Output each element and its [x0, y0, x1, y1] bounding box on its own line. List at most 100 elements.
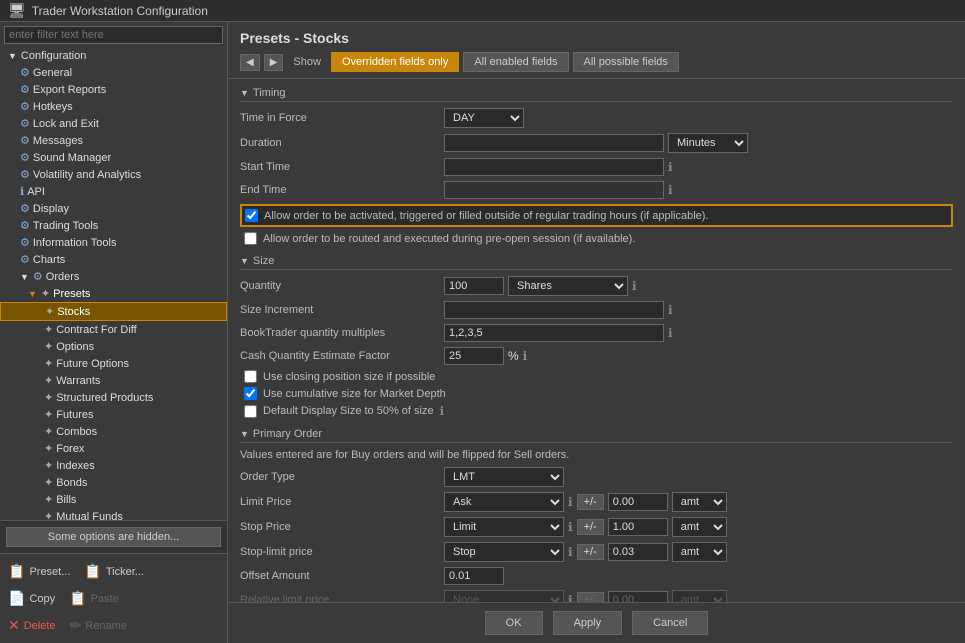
relative-limit-input[interactable] — [608, 591, 668, 602]
tree-structured-products[interactable]: ✦ Structured Products — [0, 389, 227, 406]
rename-button[interactable]: ✏ Rename — [66, 615, 131, 636]
tree-futures[interactable]: ✦ Futures — [0, 406, 227, 423]
tree-bills[interactable]: ✦ Bills — [0, 491, 227, 508]
tree-warrants[interactable]: ✦ Warrants — [0, 372, 227, 389]
tab-overridden-fields[interactable]: Overridden fields only — [331, 52, 459, 72]
relative-limit-unit-select[interactable]: amt — [672, 590, 727, 602]
default-display-checkbox[interactable] — [244, 405, 257, 418]
action-row-3: ✕ Delete ✏ Rename — [4, 612, 223, 639]
quantity-info-icon[interactable]: ℹ — [632, 279, 637, 293]
tree-stocks[interactable]: ✦ Stocks — [0, 302, 227, 321]
quantity-unit-select[interactable]: Shares Lots — [508, 276, 628, 296]
timing-section-header: ▼ Timing — [240, 87, 953, 102]
tree-trading-tools[interactable]: ⚙ Trading Tools — [0, 217, 227, 234]
nav-forward-button[interactable]: ▶ — [264, 54, 284, 71]
stop-price-info-icon[interactable]: ℹ — [568, 520, 573, 534]
primary-order-section: ▼ Primary Order Values entered are for B… — [240, 428, 953, 602]
tree-volatility[interactable]: ⚙ Volatility and Analytics — [0, 166, 227, 183]
tree-messages[interactable]: ⚙ Messages — [0, 132, 227, 149]
tree-api[interactable]: ℹ API — [0, 183, 227, 200]
limit-price-unit-select[interactable]: amt % — [672, 492, 727, 512]
tab-all-enabled-fields[interactable]: All enabled fields — [463, 52, 568, 72]
stop-limit-price-info-icon[interactable]: ℹ — [568, 545, 573, 559]
default-display-info-icon[interactable]: ℹ — [440, 404, 445, 418]
collapse-icon[interactable]: ▼ — [240, 88, 249, 98]
limit-price-input[interactable] — [608, 493, 668, 511]
tree-charts[interactable]: ⚙ Charts — [0, 251, 227, 268]
ok-button[interactable]: OK — [485, 611, 543, 635]
use-closing-checkbox[interactable] — [244, 370, 257, 383]
preset-button[interactable]: 📋 Preset... — [4, 561, 74, 582]
start-time-info-icon[interactable]: ℹ — [668, 160, 673, 174]
tree-info-tools[interactable]: ⚙ Information Tools — [0, 234, 227, 251]
book-trader-info-icon[interactable]: ℹ — [668, 326, 673, 340]
tree-sound-manager[interactable]: ⚙ Sound Manager — [0, 149, 227, 166]
duration-unit-select[interactable]: Minutes Seconds — [668, 133, 748, 153]
time-in-force-label: Time in Force — [240, 112, 440, 124]
tree-presets[interactable]: ▼ ✦ Presets — [0, 285, 227, 302]
ticker-button[interactable]: 📋 Ticker... — [80, 561, 148, 582]
copy-button[interactable]: 📄 Copy — [4, 588, 59, 609]
cash-qty-input[interactable] — [444, 347, 504, 365]
ticker-icon: 📋 — [84, 563, 101, 580]
delete-button[interactable]: ✕ Delete — [4, 615, 60, 636]
stop-price-select[interactable]: Limit Ask — [444, 517, 564, 537]
duration-input[interactable] — [444, 134, 664, 152]
limit-price-pm-button[interactable]: +/- — [577, 494, 604, 510]
tree-label: Warrants — [56, 375, 100, 387]
quantity-input[interactable] — [444, 277, 504, 295]
tree-display[interactable]: ⚙ Display — [0, 200, 227, 217]
tree-general[interactable]: ⚙ General — [0, 64, 227, 81]
tree-combos[interactable]: ✦ Combos — [0, 423, 227, 440]
cash-qty-info-icon[interactable]: ℹ — [523, 349, 528, 363]
apply-button[interactable]: Apply — [553, 611, 623, 635]
relative-limit-pm-button[interactable]: +/- — [577, 592, 604, 602]
tree-future-options[interactable]: ✦ Future Options — [0, 355, 227, 372]
filter-input[interactable] — [4, 26, 223, 44]
offset-amount-input[interactable] — [444, 567, 504, 585]
limit-price-info-icon[interactable]: ℹ — [568, 495, 573, 509]
tree-bonds[interactable]: ✦ Bonds — [0, 474, 227, 491]
hidden-options-button[interactable]: Some options are hidden... — [6, 527, 221, 547]
relative-limit-select[interactable]: None — [444, 590, 564, 602]
size-increment-input[interactable] — [444, 301, 664, 319]
use-cumulative-checkbox[interactable] — [244, 387, 257, 400]
collapse-icon[interactable]: ▼ — [240, 256, 249, 266]
order-type-select[interactable]: LMT MKT STP — [444, 467, 564, 487]
tree-hotkeys[interactable]: ⚙ Hotkeys — [0, 98, 227, 115]
size-increment-info-icon[interactable]: ℹ — [668, 303, 673, 317]
start-time-input[interactable] — [444, 158, 664, 176]
tree-indexes[interactable]: ✦ Indexes — [0, 457, 227, 474]
tree-lock-exit[interactable]: ⚙ Lock and Exit — [0, 115, 227, 132]
time-in-force-select[interactable]: DAY GTC IOC — [444, 108, 524, 128]
relative-limit-info-icon[interactable]: ℹ — [568, 593, 573, 602]
tree-configuration[interactable]: ▼ Configuration — [0, 48, 227, 64]
stop-limit-price-select[interactable]: Stop Ask — [444, 542, 564, 562]
star-icon: ✦ — [44, 442, 53, 455]
tree-export-reports[interactable]: ⚙ Export Reports — [0, 81, 227, 98]
book-trader-input[interactable] — [444, 324, 664, 342]
tab-all-possible-fields[interactable]: All possible fields — [573, 52, 679, 72]
allow-pre-open-checkbox[interactable] — [244, 232, 257, 245]
allow-outside-hours-checkbox[interactable] — [245, 209, 258, 222]
tree-options[interactable]: ✦ Options — [0, 338, 227, 355]
nav-back-button[interactable]: ◀ — [240, 54, 260, 71]
tree-mutual-funds[interactable]: ✦ Mutual Funds — [0, 508, 227, 520]
tree-label: Bills — [56, 494, 76, 506]
collapse-icon[interactable]: ▼ — [240, 429, 249, 439]
limit-price-select[interactable]: Ask Bid Last — [444, 492, 564, 512]
allow-pre-open-row: Allow order to be routed and executed du… — [244, 232, 953, 245]
stop-limit-price-pm-button[interactable]: +/- — [577, 544, 604, 560]
paste-button[interactable]: 📋 Paste — [65, 588, 123, 609]
stop-price-pm-button[interactable]: +/- — [577, 519, 604, 535]
stop-limit-price-unit-select[interactable]: amt % — [672, 542, 727, 562]
stop-limit-price-input[interactable] — [608, 543, 668, 561]
tree-forex[interactable]: ✦ Forex — [0, 440, 227, 457]
end-time-input[interactable] — [444, 181, 664, 199]
stop-price-unit-select[interactable]: amt % — [672, 517, 727, 537]
stop-price-input[interactable] — [608, 518, 668, 536]
tree-contract-diff[interactable]: ✦ Contract For Diff — [0, 321, 227, 338]
tree-orders[interactable]: ▼ ⚙ Orders — [0, 268, 227, 285]
end-time-info-icon[interactable]: ℹ — [668, 183, 673, 197]
cancel-button[interactable]: Cancel — [632, 611, 708, 635]
